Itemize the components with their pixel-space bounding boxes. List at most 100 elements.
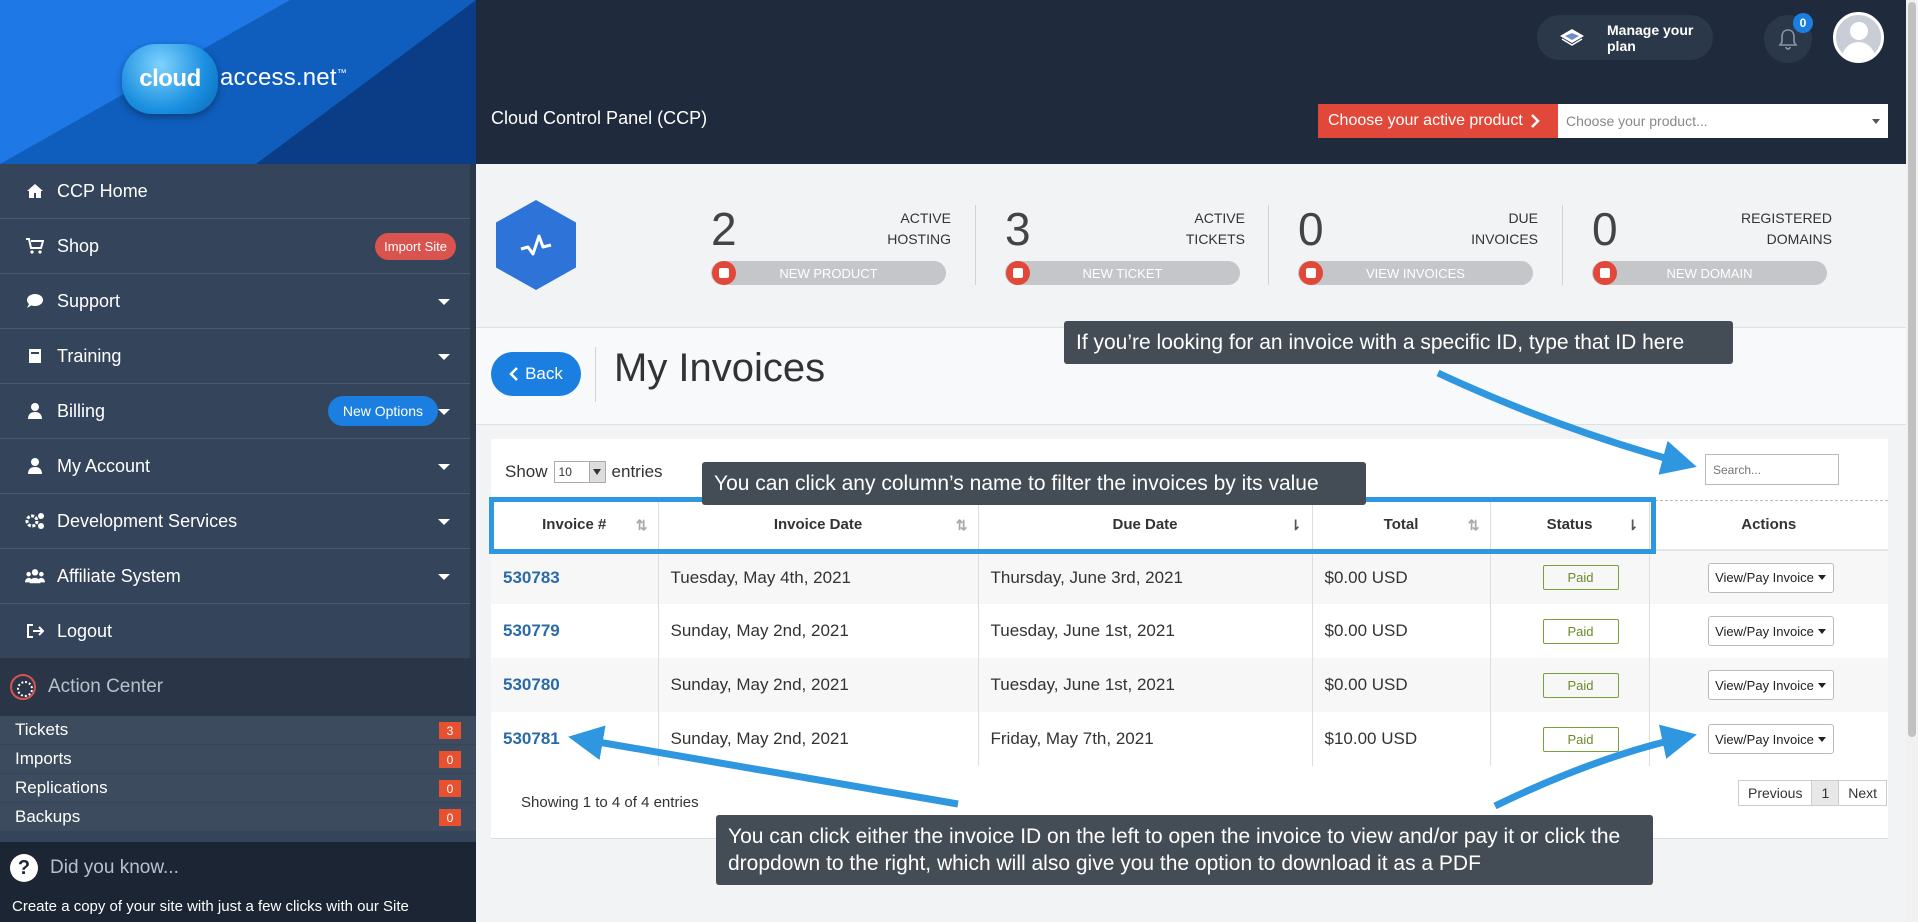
scrollbar-thumb[interactable]: [1908, 2, 1916, 737]
dropdown-label: View/Pay Invoice: [1715, 731, 1814, 747]
invoice-date: Tuesday, May 4th, 2021: [658, 550, 979, 604]
sidebar-item-label: Affiliate System: [57, 565, 181, 586]
logo-area: cloud access.net™: [0, 0, 476, 164]
ac-label: Replications: [15, 778, 108, 797]
view-pay-invoice-dropdown[interactable]: View/Pay Invoice: [1707, 670, 1834, 700]
invoice-date: Sunday, May 2nd, 2021: [658, 712, 979, 766]
sidebar-item-shop[interactable]: Shop Import Site: [0, 219, 470, 274]
count-badge: 0: [439, 809, 461, 826]
import-site-badge[interactable]: Import Site: [375, 233, 456, 260]
stat-registered-domains: 0 REGISTERED DOMAINS NEW DOMAIN: [1592, 202, 1832, 287]
sidebar-item-label: Training: [57, 345, 122, 366]
show-label: Show: [505, 462, 548, 481]
view-pay-invoice-dropdown[interactable]: View/Pay Invoice: [1707, 724, 1834, 754]
stat-label: TICKETS: [1185, 231, 1245, 247]
manage-plan-label: Manage your plan: [1607, 21, 1694, 54]
stat-label: DOMAINS: [1766, 231, 1832, 247]
sidebar-item-billing[interactable]: Billing New Options: [0, 384, 470, 439]
stat-label: DUE: [1508, 210, 1538, 226]
column-header-actions: Actions: [1649, 500, 1888, 551]
sidebar-item-training[interactable]: Training: [0, 329, 470, 384]
action-center-imports[interactable]: Imports 0: [0, 745, 476, 774]
manage-plan-button[interactable]: Manage your plan: [1537, 15, 1713, 60]
ac-label: Backups: [15, 807, 81, 826]
sidebar-item-affiliate-system[interactable]: Affiliate System: [0, 549, 470, 604]
gears-icon: [25, 511, 45, 531]
stat-action-label: NEW PRODUCT: [779, 265, 878, 281]
stat-label: ACTIVE: [900, 210, 951, 226]
next-page-button[interactable]: Next: [1838, 780, 1888, 806]
ac-label: Tickets: [15, 720, 69, 739]
invoice-id-link[interactable]: 530780: [491, 658, 659, 712]
sidebar-item-logout[interactable]: Logout: [0, 604, 470, 659]
product-select[interactable]: Choose your product...: [1558, 104, 1888, 138]
sidebar-item-label: CCP Home: [57, 180, 148, 201]
logo-icon[interactable]: cloud: [122, 44, 218, 114]
sidebar-item-ccp-home[interactable]: CCP Home: [0, 164, 470, 219]
invoice-date: Sunday, May 2nd, 2021: [658, 658, 979, 712]
entries-label: entries: [611, 462, 663, 481]
stat-action-label: NEW TICKET: [1082, 265, 1163, 281]
did-you-know-title: Did you know...: [50, 857, 179, 878]
chevron-left-icon: [509, 367, 518, 381]
new-options-badge[interactable]: New Options: [327, 396, 438, 426]
new-ticket-button[interactable]: NEW TICKET: [1005, 261, 1240, 285]
invoice-id-link[interactable]: 530779: [491, 604, 659, 658]
total: $10.00 USD: [1312, 712, 1491, 766]
sidebar-item-development-services[interactable]: Development Services: [0, 494, 470, 549]
sidebar-item-label: Billing: [57, 400, 106, 421]
chevron-down-icon: [438, 354, 450, 360]
page-length-value: 10: [558, 465, 572, 479]
sidebar-item-label: Support: [57, 290, 121, 311]
search-input[interactable]: [1705, 454, 1839, 485]
status-badge: Paid: [1542, 672, 1619, 698]
column-tip-callout: You can click any column’s name to filte…: [702, 462, 1366, 505]
view-pay-invoice-dropdown[interactable]: View/Pay Invoice: [1707, 562, 1834, 593]
page-title: My Invoices: [614, 346, 826, 390]
view-pay-invoice-dropdown[interactable]: View/Pay Invoice: [1707, 616, 1834, 646]
back-label: Back: [525, 364, 563, 383]
action-center-backups[interactable]: Backups 0: [0, 803, 476, 832]
due-date: Friday, May 7th, 2021: [978, 712, 1313, 766]
back-button[interactable]: Back: [491, 352, 581, 396]
sidebar-item-support[interactable]: Support: [0, 274, 470, 329]
previous-page-button[interactable]: Previous: [1738, 780, 1813, 806]
chevron-down-icon: [1872, 119, 1880, 124]
divider: [975, 205, 976, 285]
total: $0.00 USD: [1312, 604, 1491, 658]
logo-text[interactable]: access.net™: [220, 64, 347, 92]
logout-icon: [25, 621, 45, 641]
action-center-replications[interactable]: Replications 0: [0, 774, 476, 803]
action-center-title: Action Center: [48, 676, 164, 697]
avatar[interactable]: [1833, 12, 1884, 63]
ac-label: Imports: [15, 749, 72, 768]
new-product-button[interactable]: NEW PRODUCT: [711, 261, 946, 285]
caret-down-icon: [1817, 682, 1826, 688]
page-scrollbar[interactable]: [1906, 0, 1918, 922]
stat-number: 3: [1005, 203, 1031, 255]
action-center-tickets[interactable]: Tickets 3: [0, 716, 476, 745]
divider: [1562, 205, 1563, 285]
choose-product-button[interactable]: Choose your active product: [1318, 104, 1558, 138]
action-tip-callout: You can click either the invoice ID on t…: [716, 815, 1653, 885]
stat-action-label: VIEW INVOICES: [1366, 265, 1465, 281]
invoice-id-link[interactable]: 530783: [491, 550, 659, 604]
did-you-know-text: Create a copy of your site with just a f…: [12, 898, 409, 915]
stat-label: ACTIVE: [1194, 210, 1245, 226]
count-badge: 0: [439, 780, 461, 797]
divider: [1268, 205, 1269, 285]
total: $0.00 USD: [1312, 658, 1491, 712]
page-length-control: Show 10 entries: [505, 461, 663, 483]
invoice-id-link[interactable]: 530781: [491, 712, 659, 766]
page-length-select[interactable]: 10: [553, 461, 606, 483]
new-domain-button[interactable]: NEW DOMAIN: [1592, 261, 1827, 285]
page-1-button[interactable]: 1: [1811, 780, 1840, 806]
sidebar-item-my-account[interactable]: My Account: [0, 439, 470, 494]
book-icon: [25, 346, 45, 366]
dropdown-label: View/Pay Invoice: [1715, 677, 1814, 693]
table-row: 530781 Sunday, May 2nd, 2021 Friday, May…: [491, 712, 1888, 766]
view-invoices-button[interactable]: VIEW INVOICES: [1298, 261, 1533, 285]
user-icon: [25, 401, 45, 421]
layers-icon: [1560, 29, 1584, 46]
status-cell: Paid: [1490, 658, 1650, 712]
